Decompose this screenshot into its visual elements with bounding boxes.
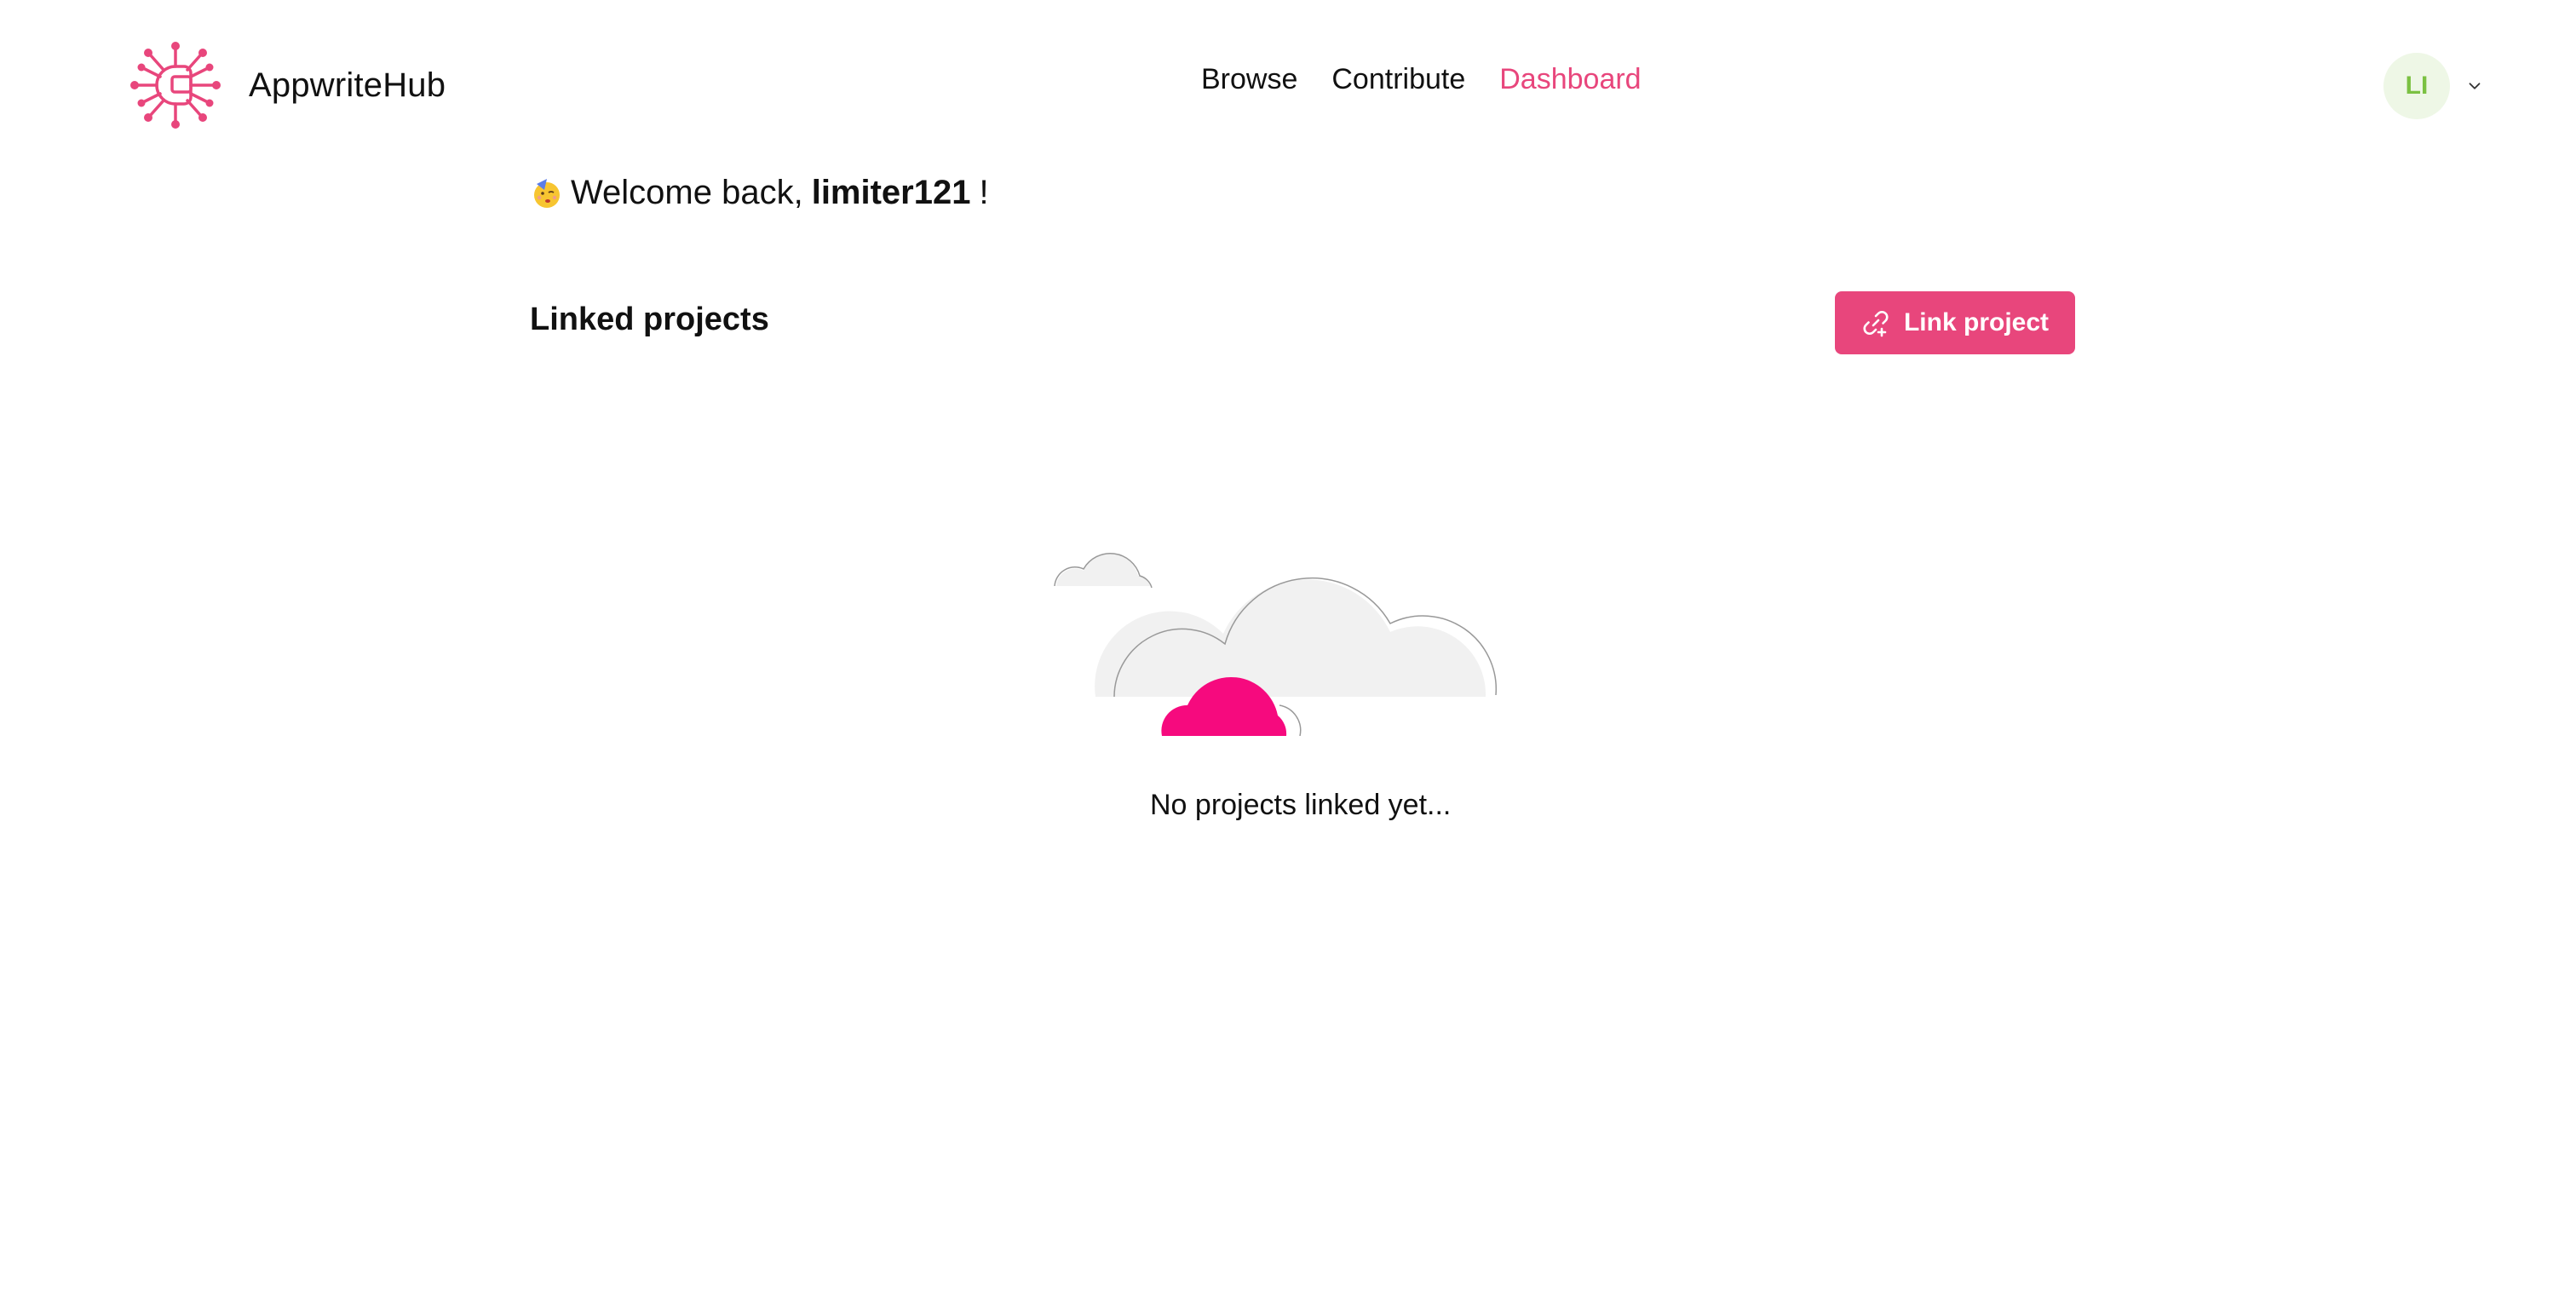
welcome-message: Welcome back, limiter121 ! — [530, 174, 989, 212]
link-project-label: Link project — [1903, 308, 2050, 336]
nav-browse-link[interactable]: Browse — [1201, 63, 1297, 96]
brand-name: AppwriteHub — [249, 66, 446, 104]
linked-projects-title: Linked projects — [530, 302, 769, 337]
party-face-icon — [534, 178, 560, 208]
user-menu-toggle[interactable]: LI — [2383, 53, 2484, 119]
empty-state-message: No projects linked yet... — [1150, 789, 1452, 821]
welcome-suffix: ! — [979, 174, 989, 211]
nav-contribute-link[interactable]: Contribute — [1331, 63, 1465, 96]
link-add-icon — [1863, 311, 1889, 337]
main-nav: Browse Contribute Dashboard — [1201, 63, 1642, 96]
welcome-username: limiter121 — [811, 174, 971, 211]
avatar[interactable]: LI — [2383, 53, 2450, 119]
link-project-button[interactable]: Link project — [1835, 291, 2075, 354]
welcome-prefix: Welcome back, — [571, 174, 803, 211]
circuit-brain-logo-icon — [130, 42, 221, 129]
nav-dashboard-link[interactable]: Dashboard — [1499, 63, 1641, 96]
brand-home-link[interactable]: AppwriteHub — [129, 39, 446, 131]
chevron-down-icon — [2469, 83, 2481, 89]
top-header: AppwriteHub Browse Contribute Dashboard … — [0, 0, 2576, 170]
clouds-icon — [1054, 553, 1498, 736]
